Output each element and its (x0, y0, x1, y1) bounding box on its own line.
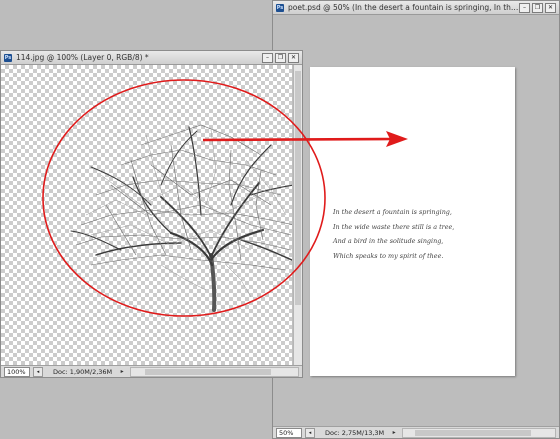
image-status-bar: 100% ◂ Doc: 1,90M/2,36M ▸ (1, 365, 302, 377)
poet-horizontal-scrollbar[interactable] (402, 427, 556, 438)
poem-text-block: In the desert a fountain is springing, I… (333, 205, 454, 263)
poet-canvas-area[interactable]: In the desert a fountain is springing, I… (273, 15, 559, 426)
close-icon[interactable]: ✕ (545, 2, 556, 13)
poet-document-page[interactable]: In the desert a fountain is springing, I… (310, 67, 515, 376)
transparent-canvas[interactable] (1, 65, 292, 365)
poem-line: And a bird in the solitude singing, (333, 237, 444, 246)
status-menu-arrow-icon[interactable]: ▸ (118, 368, 126, 375)
tree-image (70, 124, 292, 312)
image-doc-size: Doc: 1,90M/2,36M (53, 367, 113, 376)
image-window-title: 114.jpg @ 100% (Layer 0, RGB/8) * (16, 53, 149, 62)
poet-window-title: poet.psd @ 50% (In the desert a fountain… (288, 3, 519, 12)
poem-line: In the desert a fountain is springing, (333, 208, 452, 216)
minimize-icon[interactable]: – (262, 52, 273, 63)
minimize-icon[interactable]: – (519, 2, 530, 13)
poet-doc-size: Doc: 2,75M/13,3M (325, 428, 385, 437)
photoshop-document-icon: Ps (4, 53, 12, 62)
image-document-window[interactable]: Ps 114.jpg @ 100% (Layer 0, RGB/8) * – ❐… (0, 50, 303, 378)
poem-line: Which speaks to my spirit of thee. (333, 251, 444, 260)
poem-line: In the wide waste there still is a tree, (333, 222, 455, 231)
image-window-titlebar[interactable]: Ps 114.jpg @ 100% (Layer 0, RGB/8) * – ❐… (1, 51, 302, 65)
status-view-icon[interactable]: ◂ (305, 427, 315, 438)
restore-icon[interactable]: ❐ (275, 52, 286, 63)
image-vertical-scrollbar[interactable] (293, 65, 302, 365)
status-view-icon[interactable]: ◂ (33, 366, 43, 377)
poet-document-window[interactable]: Ps poet.psd @ 50% (In the desert a fount… (272, 0, 560, 439)
image-horizontal-scrollbar[interactable] (130, 366, 299, 377)
image-zoom-field[interactable]: 100% (4, 366, 30, 377)
close-icon[interactable]: ✕ (288, 52, 299, 63)
status-menu-arrow-icon[interactable]: ▸ (390, 429, 398, 436)
restore-icon[interactable]: ❐ (532, 2, 543, 13)
poet-status-bar: 50% ◂ Doc: 2,75M/13,3M ▸ (273, 426, 559, 438)
poet-zoom-field[interactable]: 50% (276, 427, 302, 438)
photoshop-document-icon: Ps (276, 3, 284, 12)
poet-window-titlebar[interactable]: Ps poet.psd @ 50% (In the desert a fount… (273, 1, 559, 15)
